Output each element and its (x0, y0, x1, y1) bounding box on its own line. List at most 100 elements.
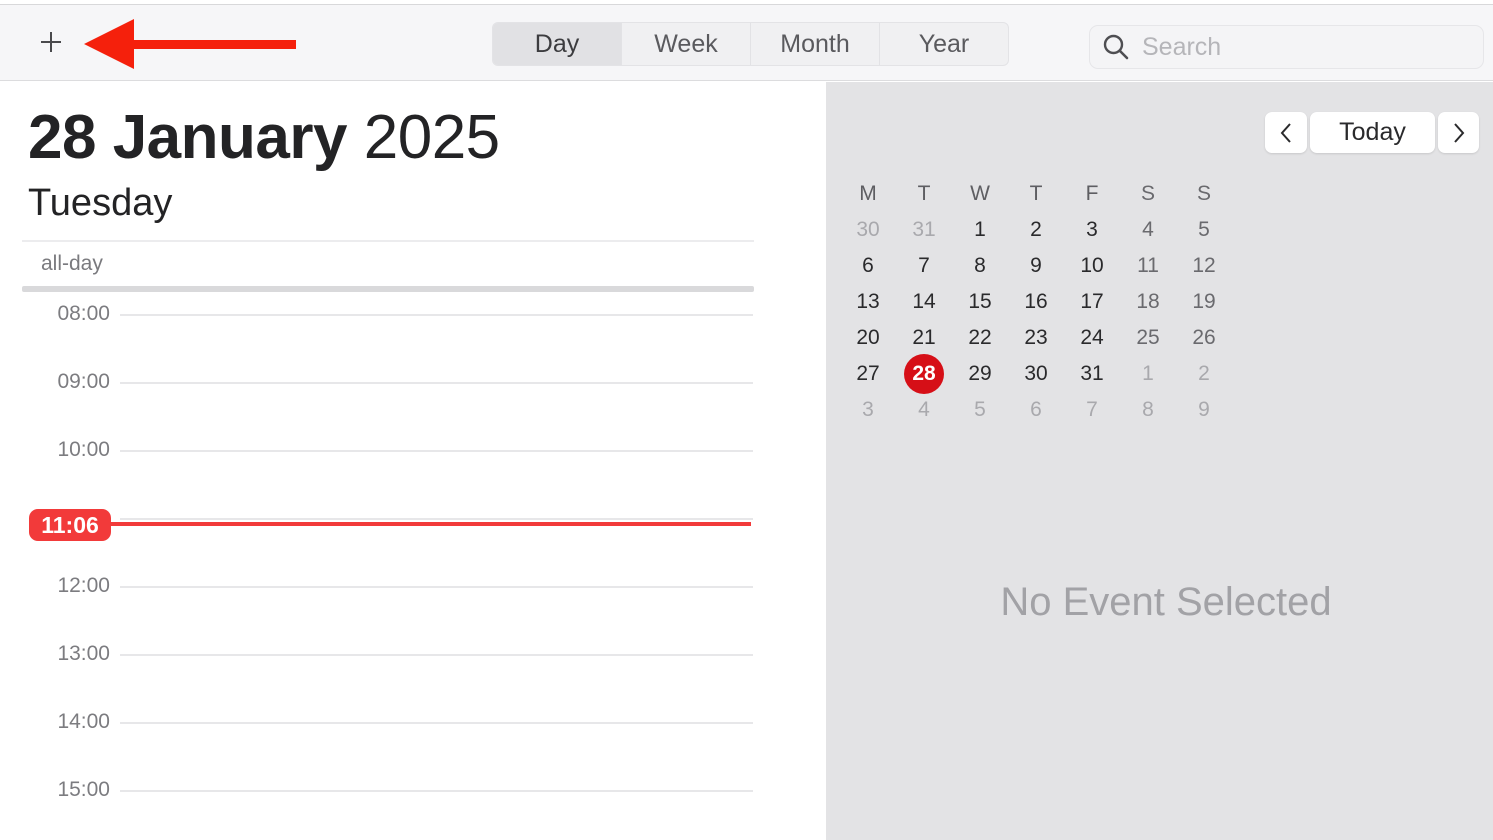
hour-label: 12:00 (57, 574, 110, 597)
mini-calendar-day[interactable]: 9 (1008, 254, 1064, 278)
tab-year[interactable]: Year (879, 23, 1008, 65)
mini-calendar-day[interactable]: 29 (952, 362, 1008, 386)
chevron-left-icon (1280, 122, 1291, 143)
day-number: 19 (1192, 290, 1216, 313)
mini-calendar-day[interactable]: 1 (952, 218, 1008, 242)
day-number: 9 (1030, 254, 1042, 277)
weekday-header: T (1029, 182, 1043, 205)
side-panel: Today M T W T F S S 30 31 1 2 3 4 5 6 7 8 9 10 11 12 13 14 15 16… (826, 82, 1493, 840)
day-number: 9 (1198, 398, 1210, 421)
mini-calendar-day[interactable]: 30 (840, 218, 896, 242)
day-number: 18 (1136, 290, 1160, 313)
mini-calendar-day[interactable]: 5 (952, 398, 1008, 422)
mini-calendar-day[interactable]: 6 (840, 254, 896, 278)
mini-calendar-week: 30 31 1 2 3 4 5 (840, 212, 1232, 248)
date-year: 2025 (363, 103, 500, 172)
hour-gridline (120, 314, 753, 316)
day-number: 29 (968, 362, 992, 385)
mini-calendar-day[interactable]: 16 (1008, 290, 1064, 314)
mini-calendar-day[interactable]: 10 (1064, 254, 1120, 278)
day-number: 1 (1142, 362, 1154, 385)
mini-calendar-today[interactable]: 28 (896, 354, 952, 394)
day-number: 8 (1142, 398, 1154, 421)
mini-calendar-day[interactable]: 17 (1064, 290, 1120, 314)
mini-calendar-day[interactable]: 15 (952, 290, 1008, 314)
day-number: 16 (1024, 290, 1048, 313)
day-number: 1 (974, 218, 986, 241)
hour-gridline (120, 654, 753, 656)
mini-calendar-day[interactable]: 9 (1176, 398, 1232, 422)
mini-calendar-day[interactable]: 4 (896, 398, 952, 422)
mini-calendar-day[interactable]: 27 (840, 362, 896, 386)
red-left-arrow-annotation (84, 19, 296, 69)
mini-calendar-day[interactable]: 26 (1176, 326, 1232, 350)
mini-calendar-day[interactable]: 21 (896, 326, 952, 350)
mini-calendar-day[interactable]: 23 (1008, 326, 1064, 350)
allday-divider-bottom[interactable] (22, 286, 754, 292)
next-button[interactable] (1438, 112, 1479, 153)
day-number: 14 (912, 290, 936, 313)
hour-gridline (120, 450, 753, 452)
mini-calendar-day[interactable]: 7 (1064, 398, 1120, 422)
hour-label: 08:00 (57, 302, 110, 325)
add-event-button[interactable] (36, 27, 66, 57)
mini-calendar-day[interactable]: 6 (1008, 398, 1064, 422)
mini-calendar-day[interactable]: 25 (1120, 326, 1176, 350)
mini-calendar-day[interactable]: 7 (896, 254, 952, 278)
day-number: 12 (1192, 254, 1216, 277)
mini-calendar-day[interactable]: 5 (1176, 218, 1232, 242)
mini-calendar-day[interactable]: 14 (896, 290, 952, 314)
weekday-header: M (859, 182, 877, 205)
mini-calendar-day[interactable]: 20 (840, 326, 896, 350)
mini-calendar-day[interactable]: 22 (952, 326, 1008, 350)
mini-calendar-day[interactable]: 11 (1120, 254, 1176, 278)
search-field[interactable] (1089, 25, 1484, 69)
hour-gridline (120, 586, 753, 588)
mini-calendar-day[interactable]: 8 (952, 254, 1008, 278)
mini-calendar-day[interactable]: 4 (1120, 218, 1176, 242)
tab-day[interactable]: Day (493, 23, 621, 65)
weekday-label: Tuesday (28, 182, 173, 224)
no-event-message: No Event Selected (1000, 580, 1332, 624)
mini-calendar-day[interactable]: 19 (1176, 290, 1232, 314)
day-number: 13 (856, 290, 880, 313)
current-time-badge: 11:06 (29, 509, 111, 541)
day-number: 31 (1080, 362, 1104, 385)
mini-calendar-day[interactable]: 2 (1008, 218, 1064, 242)
day-number: 25 (1136, 326, 1160, 349)
day-number: 23 (1024, 326, 1048, 349)
day-number: 4 (1142, 218, 1154, 241)
mini-calendar-day[interactable]: 31 (896, 218, 952, 242)
hour-label: 09:00 (57, 370, 110, 393)
mini-calendar-weekday-row: MTWTFSS (840, 176, 1232, 212)
mini-calendar-day[interactable]: 2 (1176, 362, 1232, 386)
mini-calendar-day[interactable]: 31 (1064, 362, 1120, 386)
chevron-right-icon (1453, 122, 1464, 143)
search-input[interactable] (1142, 32, 1462, 62)
mini-calendar-day[interactable]: 8 (1120, 398, 1176, 422)
mini-calendar-day[interactable]: 3 (1064, 218, 1120, 242)
day-view: 28 January 2025 Tuesday all-day 08:00 09:… (0, 82, 826, 840)
mini-calendar-day[interactable]: 3 (840, 398, 896, 422)
day-number: 3 (862, 398, 874, 421)
mini-calendar-day[interactable]: 24 (1064, 326, 1120, 350)
previous-button[interactable] (1265, 112, 1307, 153)
day-number: 8 (974, 254, 986, 277)
plus-icon (41, 32, 61, 52)
day-number: 6 (1030, 398, 1042, 421)
mini-calendar-day[interactable]: 13 (840, 290, 896, 314)
tab-week[interactable]: Week (621, 23, 750, 65)
day-number: 11 (1137, 254, 1159, 277)
day-number: 2 (1030, 218, 1042, 241)
day-number: 17 (1080, 290, 1104, 313)
mini-calendar-day[interactable]: 18 (1120, 290, 1176, 314)
today-button[interactable]: Today (1310, 112, 1435, 153)
mini-calendar-day[interactable]: 1 (1120, 362, 1176, 386)
tab-month[interactable]: Month (750, 23, 879, 65)
date-day-month: 28 January (28, 103, 348, 172)
mini-calendar-day[interactable]: 12 (1176, 254, 1232, 278)
allday-divider-top (22, 240, 754, 242)
day-number: 7 (1086, 398, 1098, 421)
mini-calendar-day[interactable]: 30 (1008, 362, 1064, 386)
day-number: 4 (918, 398, 930, 421)
